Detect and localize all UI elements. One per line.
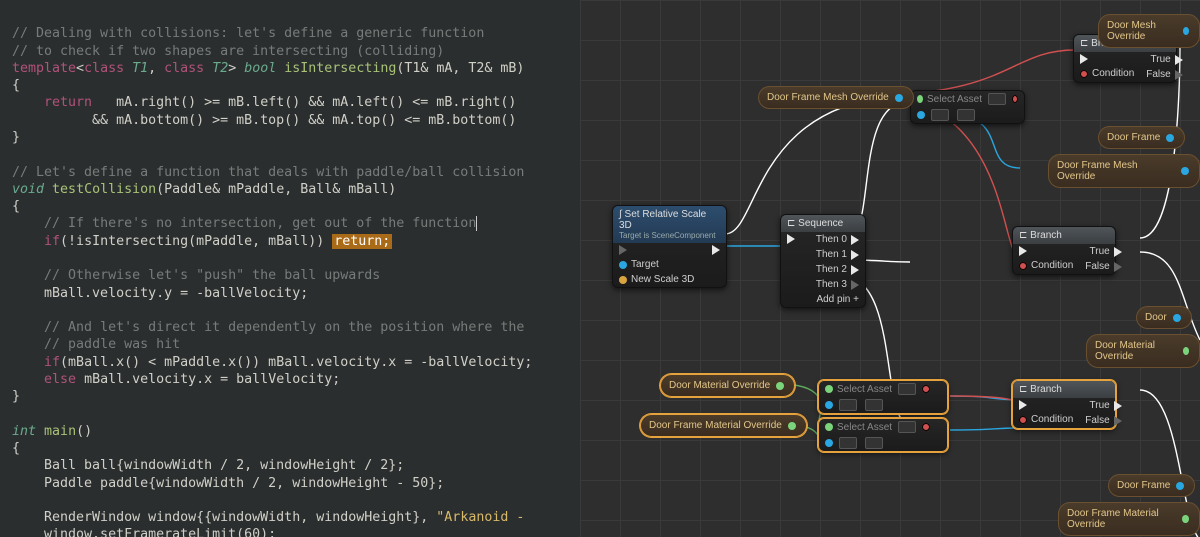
add-pin-button[interactable]: Add pin + xyxy=(816,294,859,305)
condition-pin[interactable] xyxy=(1080,70,1088,78)
node-branch-3[interactable]: ⊏ Branch Condition True False xyxy=(1012,380,1116,429)
var-door-mesh-override[interactable]: Door Mesh Override xyxy=(1098,14,1200,48)
false-pin[interactable] xyxy=(1114,262,1122,272)
exec-in-pin[interactable] xyxy=(1019,246,1027,256)
false-pin[interactable] xyxy=(1114,416,1122,426)
then1-pin[interactable] xyxy=(851,250,859,260)
blueprint-graph[interactable]: ∫ Set Relative Scale 3D Target is SceneC… xyxy=(580,0,1200,537)
out-pin[interactable] xyxy=(1182,515,1189,523)
pin[interactable] xyxy=(1012,95,1018,103)
scale-pin[interactable] xyxy=(619,276,627,284)
pin[interactable] xyxy=(825,385,833,393)
target-pin[interactable] xyxy=(619,261,627,269)
var-door-frame-material-override[interactable]: Door Frame Material Override xyxy=(640,414,807,437)
var-door-frame-material-override-2[interactable]: Door Frame Material Override xyxy=(1058,502,1200,536)
exec-out-pin[interactable] xyxy=(712,245,720,255)
out-pin[interactable] xyxy=(1173,314,1181,322)
var-door-material-override[interactable]: Door Material Override xyxy=(660,374,795,397)
true-pin[interactable] xyxy=(1114,401,1122,411)
node-select-asset-2[interactable]: Select Asset xyxy=(818,380,948,414)
then0-pin[interactable] xyxy=(851,235,859,245)
out-pin[interactable] xyxy=(1166,134,1174,142)
out-pin[interactable] xyxy=(1181,167,1189,175)
condition-pin[interactable] xyxy=(1019,262,1027,270)
highlighted-return: return; xyxy=(332,234,392,249)
node-select-asset-3[interactable]: Select Asset xyxy=(818,418,948,452)
var-door[interactable]: Door xyxy=(1136,306,1192,329)
out-pin[interactable] xyxy=(1176,482,1184,490)
pin[interactable] xyxy=(922,423,930,431)
var-door-material-override-2[interactable]: Door Material Override xyxy=(1086,334,1200,368)
out-pin[interactable] xyxy=(1183,27,1189,35)
exec-in-pin[interactable] xyxy=(787,234,795,244)
var-door-frame-mesh-override-2[interactable]: Door Frame Mesh Override xyxy=(1048,154,1200,188)
exec-in-pin[interactable] xyxy=(619,245,627,255)
out-pin[interactable] xyxy=(788,422,796,430)
node-header: ⊏ Branch xyxy=(1013,381,1115,398)
node-header: ⊏ Sequence xyxy=(781,215,865,232)
code-editor[interactable]: // Dealing with collisions: let's define… xyxy=(0,0,580,537)
pin[interactable] xyxy=(825,439,833,447)
var-door-frame-2[interactable]: Door Frame xyxy=(1108,474,1195,497)
exec-in-pin[interactable] xyxy=(1080,54,1088,64)
asset-field[interactable] xyxy=(988,93,1006,105)
out-pin[interactable] xyxy=(895,94,903,102)
node-header: ∫ Set Relative Scale 3D Target is SceneC… xyxy=(613,206,726,243)
pin[interactable] xyxy=(917,95,923,103)
var-door-frame-mesh-override[interactable]: Door Frame Mesh Override xyxy=(758,86,914,109)
then2-pin[interactable] xyxy=(851,265,859,275)
then3-pin[interactable] xyxy=(851,280,859,290)
pin[interactable] xyxy=(825,423,833,431)
node-select-asset-1[interactable]: Select Asset xyxy=(910,90,1025,124)
pin[interactable] xyxy=(917,111,925,119)
node-header: ⊏ Branch xyxy=(1013,227,1115,244)
false-pin[interactable] xyxy=(1175,70,1183,80)
node-branch-2[interactable]: ⊏ Branch Condition True False xyxy=(1012,226,1116,275)
true-pin[interactable] xyxy=(1175,55,1183,65)
kw-template: template xyxy=(12,61,76,76)
out-pin[interactable] xyxy=(1183,347,1189,355)
exec-in-pin[interactable] xyxy=(1019,400,1027,410)
code-comment: // to check if two shapes are intersecti… xyxy=(12,44,444,59)
var-door-frame[interactable]: Door Frame xyxy=(1098,126,1185,149)
true-pin[interactable] xyxy=(1114,247,1122,257)
node-sequence[interactable]: ⊏ Sequence Then 0 Then 1 Then 2 Then 3 A… xyxy=(780,214,866,308)
code-comment: // Dealing with collisions: let's define… xyxy=(12,26,484,41)
node-set-relative-scale[interactable]: ∫ Set Relative Scale 3D Target is SceneC… xyxy=(612,205,727,288)
pin[interactable] xyxy=(922,385,930,393)
out-pin[interactable] xyxy=(776,382,784,390)
code-comment: // Let's define a function that deals wi… xyxy=(12,165,524,180)
condition-pin[interactable] xyxy=(1019,416,1027,424)
pin[interactable] xyxy=(825,401,833,409)
